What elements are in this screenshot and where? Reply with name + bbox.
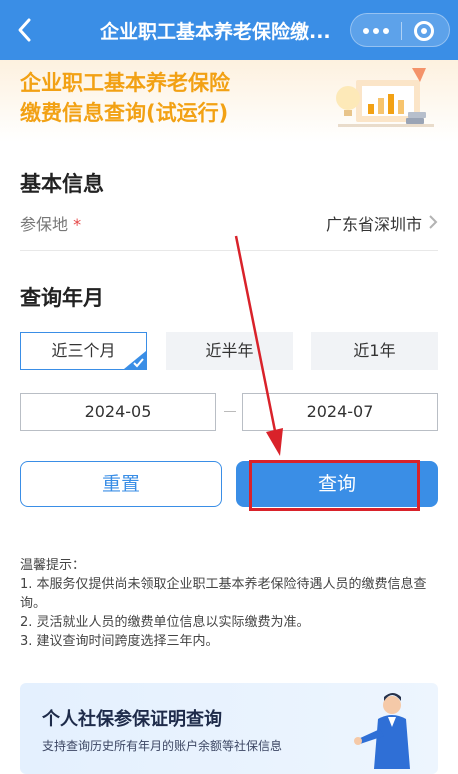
page-title: 企业职工基本养老保险缴... — [100, 21, 331, 43]
date-range-separator — [224, 411, 236, 412]
location-label-text: 参保地 — [20, 215, 69, 234]
tip-line: 1. 本服务仅提供尚未领取企业职工基本养老保险待遇人员的缴费信息查询。 — [20, 577, 427, 611]
period-option-label: 近三个月 — [51, 341, 116, 360]
nav-bar: 企业职工基本养老保险缴... — [0, 0, 458, 60]
period-option-label: 近1年 — [353, 341, 396, 360]
card-title: 个人社保参保证明查询 — [42, 709, 222, 730]
chevron-left-icon[interactable] — [12, 16, 40, 44]
social-insurance-certificate-card[interactable]: 个人社保参保证明查询 支持查询历史所有年月的账户余额等社保信息 — [20, 683, 438, 774]
tip-line: 2. 灵活就业人员的缴费单位信息以实际缴费为准。 — [20, 615, 310, 630]
reset-button[interactable]: 重置 — [20, 461, 222, 507]
tips-block: 温馨提示： 1. 本服务仅提供尚未领取企业职工基本养老保险待遇人员的缴费信息查询… — [20, 556, 438, 651]
section-title-period: 查询年月 — [20, 286, 104, 310]
banner-line-2: 缴费信息查询(试运行) — [20, 101, 229, 125]
tips-title: 温馨提示： — [20, 558, 86, 573]
page-banner: 企业职工基本养老保险 缴费信息查询(试运行) — [0, 60, 458, 142]
period-option-1-year[interactable]: 近1年 — [311, 332, 438, 370]
start-month-field[interactable]: 2024-05 — [20, 393, 216, 431]
location-label: 参保地 * — [20, 211, 81, 235]
location-value: 广东省深圳市 — [325, 215, 422, 234]
tip-line: 3. 建议查询时间跨度选择三年内。 — [20, 634, 219, 649]
location-row[interactable]: 参保地 * 广东省深圳市 — [20, 207, 438, 237]
more-dots-icon[interactable] — [363, 28, 389, 34]
mini-program-capsule — [350, 13, 450, 47]
presenter-illustration-icon — [354, 693, 410, 769]
chevron-right-icon — [429, 215, 438, 229]
period-option-half-year[interactable]: 近半年 — [166, 332, 293, 370]
period-option-3-months[interactable]: 近三个月 — [20, 332, 147, 370]
banner-heading: 企业职工基本养老保险 缴费信息查询(试运行) — [20, 68, 230, 128]
banner-illustration-icon — [336, 68, 434, 127]
capsule-divider — [401, 22, 402, 40]
section-title-basic-info: 基本信息 — [20, 172, 104, 196]
selected-check-icon — [124, 351, 146, 369]
banner-line-1: 企业职工基本养老保险 — [20, 71, 230, 95]
end-month-field[interactable]: 2024-07 — [242, 393, 438, 431]
card-subtitle: 支持查询历史所有年月的账户余额等社保信息 — [42, 739, 283, 753]
required-mark: * — [73, 215, 82, 234]
target-close-icon[interactable] — [414, 21, 434, 41]
period-option-label: 近半年 — [205, 341, 254, 360]
divider — [20, 250, 438, 251]
annotation-highlight-box — [249, 460, 420, 511]
